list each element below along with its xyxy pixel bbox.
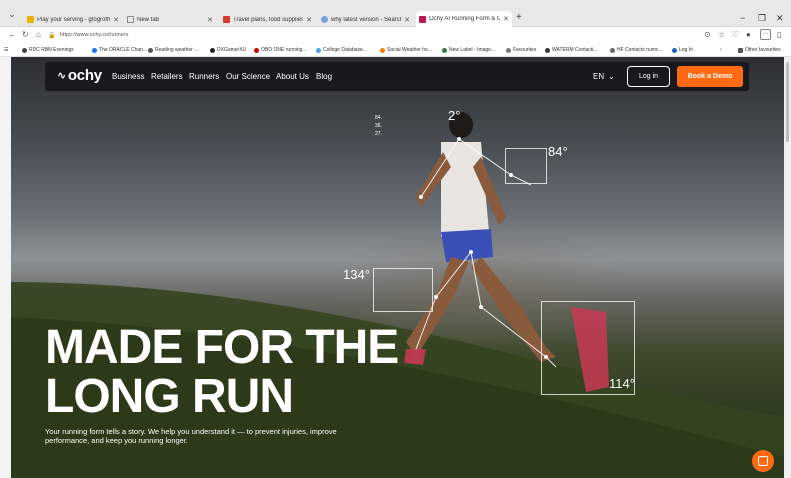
chat-button[interactable] (752, 450, 774, 472)
bookmark-item[interactable]: New Label - Image... (442, 46, 495, 54)
favorite-star-icon[interactable]: ☆ (718, 29, 725, 41)
tab-strip: ⌄ Play your serving - gfogrofhoumm... ✕ … (0, 0, 791, 27)
book-demo-button[interactable]: Book a Demo (677, 66, 743, 87)
bookmark-item[interactable]: WATERM Contacti... (545, 46, 598, 54)
bookmark-favicon-icon (442, 47, 447, 53)
bookmark-favicon-icon (22, 47, 27, 53)
nav-about-us[interactable]: About Us (276, 71, 309, 82)
tab-favicon-icon (127, 16, 134, 23)
language-label: EN (593, 72, 605, 81)
new-tab-icon[interactable]: + (516, 12, 522, 24)
chat-icon (758, 456, 768, 466)
bookmark-item[interactable]: OBO ONE running... (254, 46, 307, 54)
close-tab-icon[interactable]: ✕ (503, 15, 509, 23)
bookmark-item[interactable]: Social Weather ho... (380, 46, 432, 54)
tab-actions-icon[interactable]: ⌄ (6, 8, 18, 20)
bookmark-item[interactable]: Log In (672, 46, 693, 54)
close-tab-icon[interactable]: ✕ (306, 16, 312, 24)
bookmark-favicon-icon (210, 47, 215, 53)
nav-blog[interactable]: Blog (316, 71, 332, 82)
close-tab-icon[interactable]: ✕ (113, 16, 119, 24)
bookmark-item[interactable]: Reading weather ... (148, 46, 198, 54)
close-window-icon[interactable]: ✕ (776, 13, 784, 23)
restore-icon[interactable]: ❐ (758, 13, 766, 23)
bookmark-item[interactable]: The ORACLE Chan... (92, 46, 147, 54)
extension-icon[interactable]: ⊙ (704, 29, 711, 41)
bookmark-item[interactable]: HF Contacts numc... (610, 46, 663, 54)
mini-metric-value: 27. (375, 131, 382, 137)
back-icon[interactable]: ← (8, 29, 16, 41)
hero-title-line: MADE FOR THE (45, 321, 399, 374)
bookmark-favicon-icon (92, 47, 97, 53)
mini-metric-value: 36. (375, 123, 382, 129)
browser-window: ⌄ Play your serving - gfogrofhoumm... ✕ … (0, 0, 791, 478)
bookmark-favicon-icon (545, 47, 550, 53)
site-navigation: ∿ ochy Business Retailers Runners Our Sc… (45, 62, 749, 91)
nav-runners[interactable]: Runners (189, 71, 219, 82)
bookmark-item[interactable]: Favourites (506, 46, 536, 54)
bookmarks-bar: ☰ RDC RBN Evenings The ORACLE Chan... Re… (0, 43, 791, 57)
tab-new[interactable]: New tab ✕ (124, 12, 216, 27)
bookmark-favicon-icon (506, 47, 511, 53)
hero-subtitle: Your running form tells a story. We help… (45, 427, 337, 445)
tab-favicon-icon (223, 16, 230, 23)
bookmark-favicon-icon (610, 47, 615, 53)
bookmark-favicon-icon (254, 47, 259, 53)
bookmark-item[interactable]: College Database... (316, 46, 367, 54)
logo-text: ochy (67, 67, 102, 84)
bookmark-item[interactable]: DXGamerXU (210, 46, 246, 54)
ochy-logo-icon: ∿ (57, 70, 66, 82)
mini-metric-value: 84. (375, 115, 382, 121)
minimize-icon[interactable]: − (740, 13, 745, 23)
close-tab-icon[interactable]: ✕ (207, 16, 213, 24)
nav-retailers[interactable]: Retailers (151, 71, 183, 82)
ankle-angle-label: 114° (609, 376, 635, 391)
chevron-down-icon: ⌄ (608, 72, 615, 81)
tab-ochy[interactable]: Ochy AI Running Form & Gait An... ✕ (416, 11, 512, 27)
bookmark-favicon-icon (380, 47, 385, 53)
head-angle-label: 2° (448, 108, 461, 123)
collections-icon[interactable]: ♡ (732, 29, 739, 41)
ochy-logo[interactable]: ∿ ochy (57, 67, 102, 85)
sidebar-icon[interactable]: ▯ (777, 29, 781, 41)
tab-favicon-icon (419, 15, 426, 23)
language-selector[interactable]: EN ⌄ (593, 71, 615, 82)
bookmark-item[interactable]: Other favourites (738, 46, 781, 54)
close-tab-icon[interactable]: ✕ (404, 16, 410, 24)
bookmarks-overflow-icon[interactable]: › (720, 46, 722, 54)
refresh-icon[interactable]: ↻ (22, 29, 29, 41)
elbow-angle-label: 84° (548, 144, 568, 159)
tab-play[interactable]: Play your serving - gfogrofhoumm... ✕ (24, 12, 122, 27)
hero-title: MADE FOR THE LONG RUN (45, 321, 399, 423)
address-bar: ← ↻ ⌂ 🔒 https://www.ochy.co/runners ⊙ ☆ … (0, 27, 791, 43)
tab-favicon-icon (321, 16, 328, 23)
folder-icon (738, 47, 743, 53)
login-button[interactable]: Log in (627, 66, 670, 87)
scrollbar-thumb[interactable] (786, 62, 789, 142)
bookmark-item[interactable]: RDC RBN Evenings (22, 46, 74, 54)
more-menu-icon[interactable]: ··· (760, 29, 771, 40)
profile-icon[interactable]: ● (746, 29, 751, 41)
elbow-measure-frame (505, 148, 547, 184)
bookmarks-menu-icon[interactable]: ☰ (4, 46, 8, 54)
tab-favicon-icon (27, 16, 34, 23)
hero-section: 2° 84° 134° 114° 84. 36. 27. ∿ ochy Busi… (11, 57, 784, 478)
lock-icon: 🔒 (48, 33, 56, 39)
tab-search[interactable]: why latest version - Search ✕ (318, 12, 413, 27)
knee-measure-frame (373, 268, 433, 312)
nav-business[interactable]: Business (112, 71, 144, 82)
url-field[interactable]: https://www.ochy.co/runners (60, 30, 128, 40)
bookmark-favicon-icon (148, 47, 153, 53)
bookmark-favicon-icon (316, 47, 321, 53)
nav-our-science[interactable]: Our Science (226, 71, 270, 82)
bookmark-favicon-icon (672, 47, 677, 53)
tab-travel[interactable]: Travel plans, food supplies and ad... ✕ (220, 12, 315, 27)
home-icon[interactable]: ⌂ (36, 29, 41, 41)
knee-angle-label: 134° (343, 267, 370, 282)
hero-title-line: LONG RUN (45, 370, 294, 423)
